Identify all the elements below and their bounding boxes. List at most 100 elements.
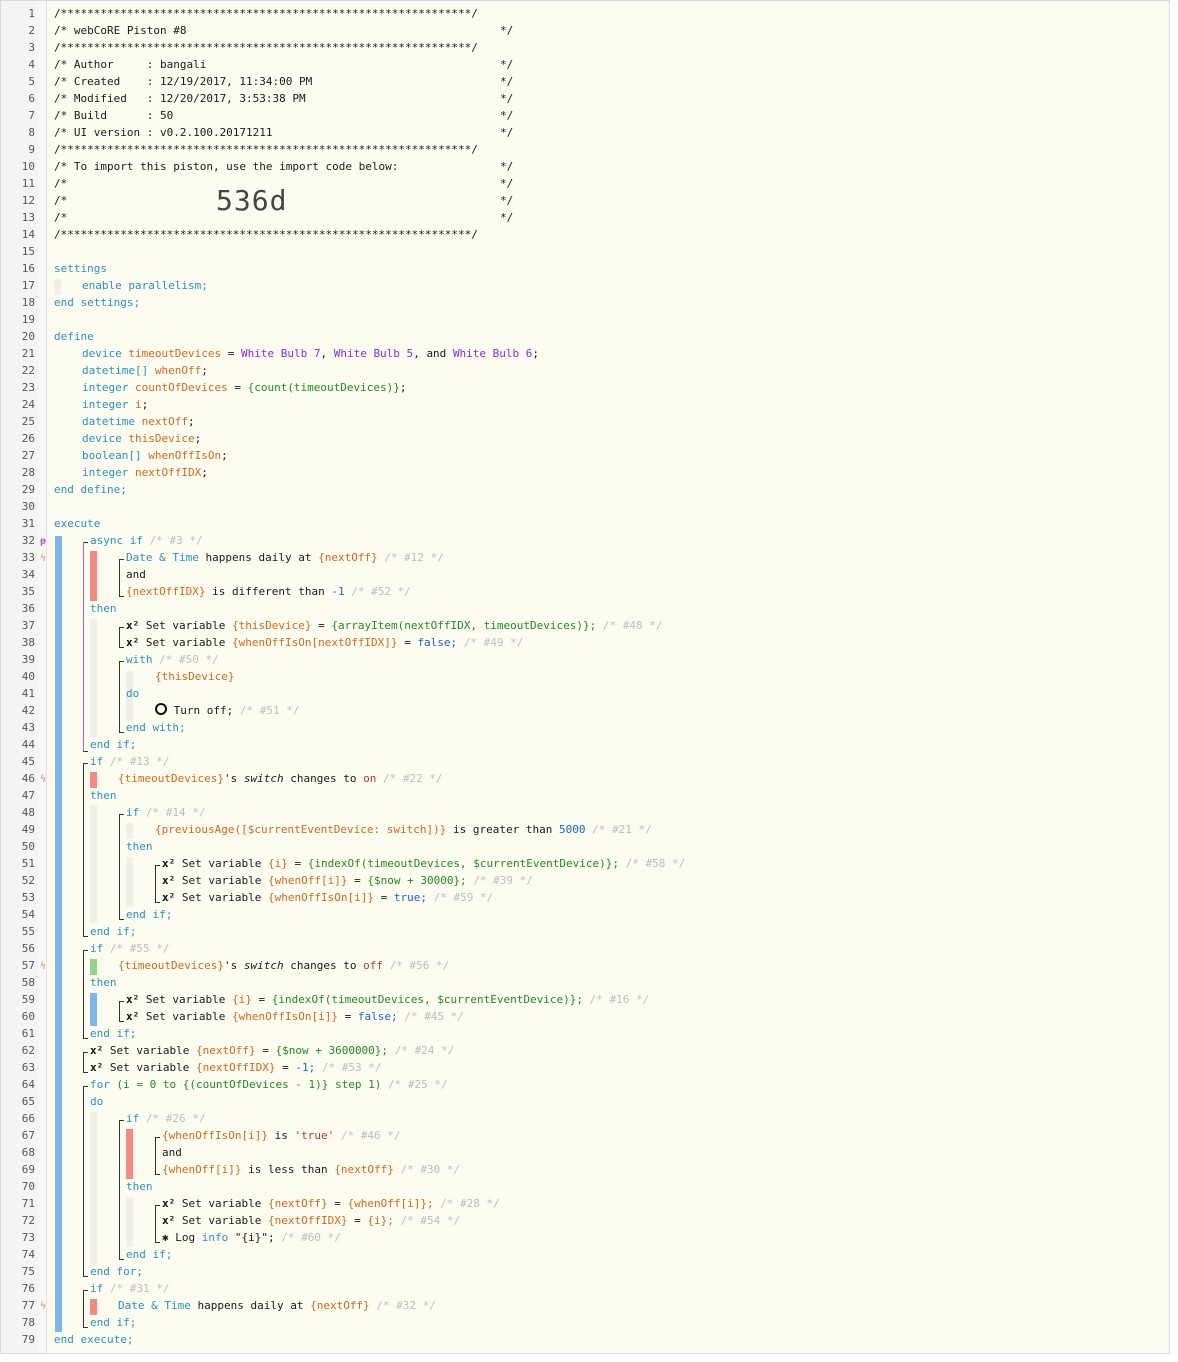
line-number: 59 xyxy=(21,993,35,1006)
async-if[interactable]: async if /* #3 */ xyxy=(90,532,203,549)
define-line[interactable]: device timeoutDevices = White Bulb 7, Wh… xyxy=(82,345,539,362)
line-number: 27 xyxy=(21,449,35,462)
line-number: 24 xyxy=(21,398,35,411)
line-number: 78 xyxy=(21,1316,35,1329)
define-line[interactable]: integer i; xyxy=(82,396,148,413)
statement[interactable]: x² Set variable {i} = {indexOf(timeoutDe… xyxy=(162,855,685,872)
enable-parallelism[interactable]: enable parallelism; xyxy=(82,277,208,294)
command[interactable]: Turn off; /* #51 */ xyxy=(155,702,299,719)
if-statement[interactable]: if /* #55 */ xyxy=(90,940,169,957)
end-if: end if; xyxy=(90,1027,137,1040)
condition[interactable]: {whenOff[i]} is less than {nextOff} /* #… xyxy=(162,1161,460,1178)
line-number: 17 xyxy=(21,279,35,292)
if-statement[interactable]: if /* #31 */ xyxy=(90,1280,169,1297)
condition[interactable]: Date & Time happens daily at {nextOff} /… xyxy=(126,549,444,566)
statement[interactable]: x² Set variable {nextOff} = {$now + 3600… xyxy=(90,1042,454,1059)
code-line: /* */ xyxy=(54,211,514,224)
condition-bar xyxy=(90,551,97,601)
statement[interactable]: x² Set variable {nextOffIDX} = -1; /* #5… xyxy=(90,1059,381,1076)
define-line[interactable]: device thisDevice; xyxy=(82,430,201,447)
line-number: 52 xyxy=(21,874,35,887)
define-line[interactable]: datetime[] whenOff; xyxy=(82,362,208,379)
line-number: 54 xyxy=(21,908,35,921)
then-block-bar xyxy=(126,1197,133,1247)
operator[interactable]: and xyxy=(162,1144,182,1161)
statement[interactable]: x² Set variable {whenOff[i]} = {$now + 3… xyxy=(162,872,533,889)
statement-bracket xyxy=(155,865,160,903)
code-line: /***************************************… xyxy=(54,41,478,54)
line-number: 33 xyxy=(21,551,35,564)
define-line[interactable]: boolean[] whenOffIsOn; xyxy=(82,447,228,464)
do-keyword: do xyxy=(126,687,140,700)
statement[interactable]: x² Set variable {whenOffIsOn[nextOffIDX]… xyxy=(126,634,523,651)
code-viewer: 1 2 3 4 5 6 7 8 9 10 11 12 13 14 15 16 17 18 19 20 21 22 23 24 2… xyxy=(0,0,1170,1354)
with-statement[interactable]: with /* #50 */ xyxy=(126,651,219,668)
line-number: 8 xyxy=(28,126,35,139)
if-statement[interactable]: if /* #13 */ xyxy=(90,753,169,770)
code-line: /***************************************… xyxy=(54,143,478,156)
define-line[interactable]: integer nextOffIDX; xyxy=(82,464,208,481)
define-keyword[interactable]: define xyxy=(54,328,94,345)
line-number: 32 xyxy=(21,534,35,547)
statement[interactable]: ✱ Log info "{i}"; /* #60 */ xyxy=(162,1229,341,1246)
condition[interactable]: Date & Time happens daily at {nextOff} /… xyxy=(118,1297,436,1314)
statement[interactable]: x² Set variable {i} = {indexOf(timeoutDe… xyxy=(126,991,649,1008)
line-number: 74 xyxy=(21,1248,35,1261)
operator[interactable]: and xyxy=(126,566,146,583)
line-number: 68 xyxy=(21,1146,35,1159)
line-number: 29 xyxy=(21,483,35,496)
with-device[interactable]: {thisDevice} xyxy=(155,668,234,685)
define-line[interactable]: datetime nextOff; xyxy=(82,413,195,430)
define-line[interactable]: integer countOfDevices = {count(timeoutD… xyxy=(82,379,407,396)
line-number: 30 xyxy=(21,500,35,513)
line-number: 48 xyxy=(21,806,35,819)
line-number: 14 xyxy=(21,228,35,241)
line-number: 70 xyxy=(21,1180,35,1193)
line-number: 75 xyxy=(21,1265,35,1278)
line-number: 47 xyxy=(21,789,35,802)
condition[interactable]: {timeoutDevices}'s switch changes to on … xyxy=(118,770,443,787)
condition[interactable]: {whenOffIsOn[i]} is 'true' /* #46 */ xyxy=(162,1127,400,1144)
code-line: /***************************************… xyxy=(54,228,478,241)
condition-bracket xyxy=(155,1137,160,1175)
line-number: 46 xyxy=(21,772,35,785)
statement[interactable]: x² Set variable {nextOffIDX} = {i}; /* #… xyxy=(162,1212,460,1229)
condition[interactable]: {previousAge([$currentEventDevice: switc… xyxy=(155,821,652,838)
line-number: 65 xyxy=(21,1095,35,1108)
line-number: 38 xyxy=(21,636,35,649)
for-statement[interactable]: for (i = 0 to {(countOfDevices - 1)} ste… xyxy=(90,1076,448,1093)
if-statement[interactable]: if /* #14 */ xyxy=(126,804,205,821)
execute-keyword[interactable]: execute xyxy=(54,515,100,532)
line-number: 10 xyxy=(21,160,35,173)
end-if: end if; xyxy=(90,738,137,751)
code-line: /* */ xyxy=(54,177,514,190)
statement[interactable]: x² Set variable {thisDevice} = {arrayIte… xyxy=(126,617,662,634)
statement[interactable]: x² Set variable {whenOffIsOn[i]} = true;… xyxy=(162,889,493,906)
code-line: /* Created : 12/19/2017, 11:34:00 PM */ xyxy=(54,75,514,88)
bolt-icon: ϟ xyxy=(39,553,47,564)
line-number: 71 xyxy=(21,1197,35,1210)
import-code[interactable]: 536d xyxy=(216,184,287,217)
line-number: 6 xyxy=(28,92,35,105)
line-number: 11 xyxy=(21,177,35,190)
if-statement[interactable]: if /* #26 */ xyxy=(126,1110,205,1127)
statement[interactable]: x² Set variable {whenOffIsOn[i]} = false… xyxy=(126,1008,464,1025)
condition[interactable]: {timeoutDevices}'s switch changes to off… xyxy=(118,957,449,974)
marker-gutter xyxy=(38,1,47,1353)
end-if: end if; xyxy=(90,1316,137,1329)
line-number: 34 xyxy=(21,568,35,581)
if-bracket xyxy=(119,1120,124,1260)
line-number: 51 xyxy=(21,857,35,870)
line-number: 4 xyxy=(28,58,35,71)
line-number: 23 xyxy=(21,381,35,394)
settings-keyword[interactable]: settings xyxy=(54,260,107,277)
statement-bracket xyxy=(83,1052,88,1073)
line-number: 31 xyxy=(21,517,35,530)
condition[interactable]: {nextOffIDX} is different than -1 /* #52… xyxy=(126,583,411,600)
statement[interactable]: x² Set variable {nextOff} = {whenOff[i]}… xyxy=(162,1195,500,1212)
with-bracket xyxy=(119,661,124,733)
line-number: 72 xyxy=(21,1214,35,1227)
line-number: 22 xyxy=(21,364,35,377)
do-keyword: do xyxy=(90,1095,104,1108)
line-number: 43 xyxy=(21,721,35,734)
